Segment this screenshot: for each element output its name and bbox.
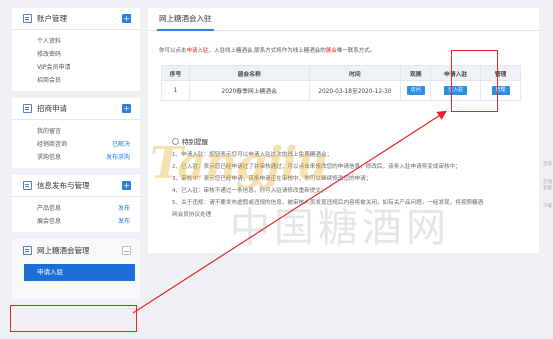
annotation-arrows	[132, 110, 448, 314]
arrow-to-apply-column	[132, 110, 448, 314]
